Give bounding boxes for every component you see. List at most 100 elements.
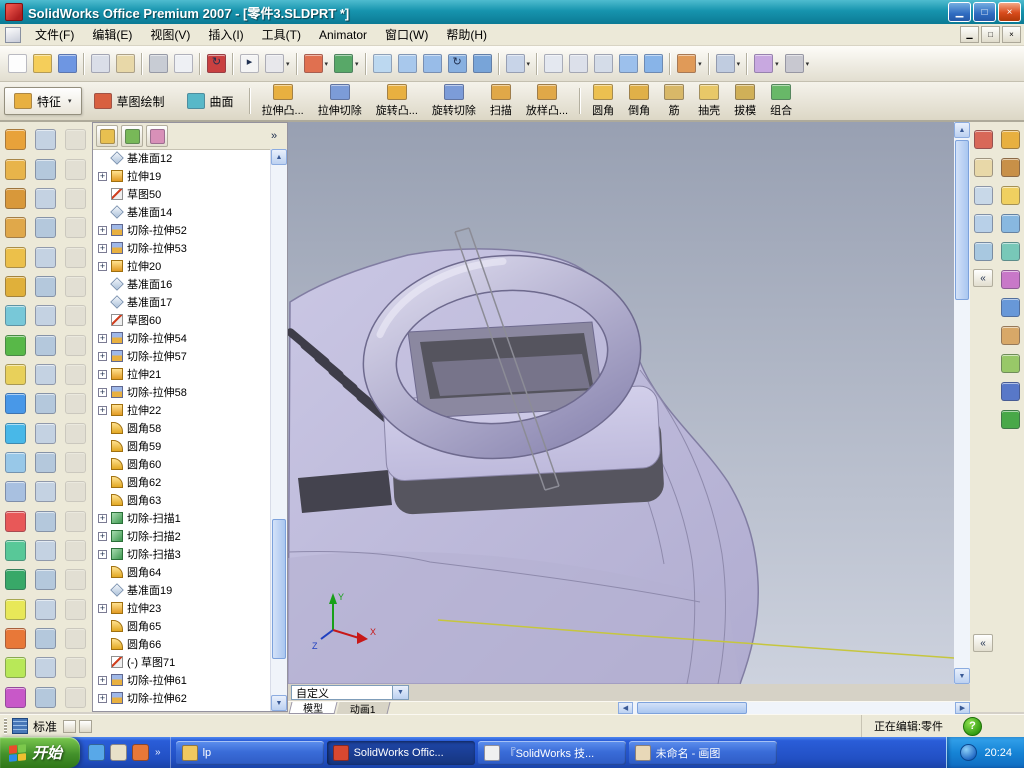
expand-plus-icon[interactable]: + bbox=[98, 603, 107, 613]
filled-surface-button[interactable] bbox=[1, 361, 29, 388]
reference-geometry-button[interactable] bbox=[1, 684, 29, 711]
point-tool-button[interactable] bbox=[31, 331, 59, 358]
expand-plus-icon[interactable]: + bbox=[98, 675, 107, 685]
shaded-button[interactable] bbox=[641, 50, 666, 78]
rib-button[interactable]: 筋 bbox=[657, 82, 691, 120]
configurationmanager-tab-button[interactable] bbox=[146, 125, 168, 147]
view-orientation-button[interactable]: ▾ bbox=[713, 50, 744, 78]
close-button[interactable]: × bbox=[998, 2, 1021, 22]
task-solidworks-doc[interactable]: 『SolidWorks 技... bbox=[477, 740, 626, 765]
expand-plus-icon[interactable]: + bbox=[98, 405, 107, 415]
tree-item[interactable]: + 拉伸19 bbox=[93, 167, 271, 185]
planar-surface-button[interactable] bbox=[1, 273, 29, 300]
tree-item[interactable]: + 切除-拉伸54 bbox=[93, 329, 271, 347]
tree-item[interactable]: 基准面17 bbox=[93, 293, 271, 311]
scrollbar-thumb[interactable] bbox=[272, 519, 286, 659]
tree-item[interactable]: 基准面12 bbox=[93, 149, 271, 167]
tab-model[interactable]: 模型 bbox=[288, 702, 338, 715]
scroll-right-arrow[interactable]: ▶ bbox=[955, 702, 970, 714]
add-relation-button[interactable] bbox=[31, 625, 59, 652]
combobox-dropdown-icon[interactable]: ▼ bbox=[392, 686, 408, 699]
tree-item[interactable]: + 切除-拉伸61 bbox=[93, 671, 271, 689]
layers-button[interactable] bbox=[971, 239, 995, 263]
start-button[interactable]: 开始 bbox=[0, 737, 81, 768]
scrollbar-track[interactable] bbox=[633, 702, 955, 714]
smart-dimension-button[interactable]: ▾ bbox=[331, 50, 362, 78]
tree-item[interactable]: + 切除-拉伸57 bbox=[93, 347, 271, 365]
expand-plus-icon[interactable]: + bbox=[98, 693, 107, 703]
tree-item[interactable]: 圆角59 bbox=[93, 437, 271, 455]
extruded-boss-button[interactable]: 拉伸凸... bbox=[255, 82, 311, 120]
decals-tab-button[interactable] bbox=[998, 323, 1022, 347]
help-button[interactable]: ? bbox=[963, 716, 982, 736]
make-drawing-button[interactable] bbox=[88, 50, 113, 78]
forum-tab-button[interactable] bbox=[998, 379, 1022, 403]
select-tool-button[interactable] bbox=[31, 126, 59, 153]
extend-surface-button[interactable] bbox=[1, 449, 29, 476]
document-recovery-tab-button[interactable] bbox=[998, 351, 1022, 375]
mirror-entities-button[interactable] bbox=[31, 537, 59, 564]
section-view-button[interactable]: ▾ bbox=[674, 50, 705, 78]
expand-plus-icon[interactable]: + bbox=[98, 261, 107, 271]
offset-entities-button[interactable] bbox=[31, 478, 59, 505]
make-assembly-button[interactable] bbox=[113, 50, 138, 78]
scrollbar-thumb[interactable] bbox=[637, 702, 747, 714]
options-button[interactable]: ▾ bbox=[782, 50, 813, 78]
tab-motion1[interactable]: 动画1 bbox=[336, 702, 391, 716]
tree-item[interactable]: (-) 草图71 bbox=[93, 653, 271, 671]
expand-plus-icon[interactable]: + bbox=[98, 369, 107, 379]
expand-plus-icon[interactable]: + bbox=[98, 171, 107, 181]
revolved-boss-button[interactable]: 旋转凸... bbox=[369, 82, 425, 120]
tree-item[interactable]: + 拉伸22 bbox=[93, 401, 271, 419]
scrollbar-thumb[interactable] bbox=[955, 140, 969, 300]
chamfer-button[interactable]: 倒角 bbox=[621, 82, 657, 120]
rebuild-button[interactable]: ↻ bbox=[204, 50, 229, 78]
print-button[interactable] bbox=[146, 50, 171, 78]
tree-item[interactable]: 圆角62 bbox=[93, 473, 271, 491]
wireframe-button[interactable] bbox=[541, 50, 566, 78]
tab-surfaces[interactable]: 曲面 bbox=[177, 87, 244, 115]
home-view-button[interactable] bbox=[971, 155, 995, 179]
tree-item[interactable]: + 切除-扫描3 bbox=[93, 545, 271, 563]
thicken-button[interactable] bbox=[1, 537, 29, 564]
document-close-button[interactable]: × bbox=[1002, 26, 1021, 43]
document-minimize-button[interactable]: ▁ bbox=[960, 26, 979, 43]
toolbar-mini-button[interactable] bbox=[63, 719, 77, 733]
shell-button[interactable]: 抽壳 bbox=[691, 82, 727, 120]
tree-item[interactable]: + 切除-拉伸62 bbox=[93, 689, 271, 707]
quick-launch-overflow-chevron-icon[interactable]: » bbox=[153, 747, 163, 758]
panel-expand-chevron-icon[interactable]: » bbox=[264, 125, 284, 147]
minimize-button[interactable]: ▁ bbox=[948, 2, 971, 22]
design-library-tab-button[interactable] bbox=[998, 155, 1022, 179]
media-player-icon[interactable] bbox=[131, 744, 149, 762]
task-lp[interactable]: lp bbox=[175, 740, 324, 765]
show-desktop-icon[interactable] bbox=[109, 744, 127, 762]
ellipse-tool-button[interactable] bbox=[31, 273, 59, 300]
document-restore-button[interactable]: □ bbox=[981, 26, 1000, 43]
selection-filter-button[interactable]: ▾ bbox=[262, 50, 293, 78]
lofted-surface-button[interactable] bbox=[1, 214, 29, 241]
arc-tool-button[interactable] bbox=[31, 243, 59, 270]
toolbar-grip[interactable] bbox=[4, 718, 7, 734]
tree-item[interactable]: + 切除-扫描2 bbox=[93, 527, 271, 545]
open-button[interactable] bbox=[30, 50, 55, 78]
circular-pattern-button[interactable] bbox=[1, 654, 29, 681]
tree-item[interactable]: 基准面14 bbox=[93, 203, 271, 221]
standard-views-button[interactable]: ▾ bbox=[503, 50, 534, 78]
hidden-lines-removed-button[interactable] bbox=[591, 50, 616, 78]
scroll-up-arrow[interactable]: ▲ bbox=[271, 149, 287, 165]
fillet-surface-button[interactable] bbox=[1, 566, 29, 593]
scenes-tab-button[interactable] bbox=[998, 295, 1022, 319]
tree-item[interactable]: 圆角60 bbox=[93, 455, 271, 473]
ruled-surface-button[interactable] bbox=[1, 331, 29, 358]
tree-item[interactable]: + 拉伸21 bbox=[93, 365, 271, 383]
menu-window[interactable]: 窗口(W) bbox=[376, 24, 437, 45]
fullscreen-button[interactable] bbox=[971, 127, 995, 151]
fillet-button[interactable]: 圆角 bbox=[585, 82, 621, 120]
expand-plus-icon[interactable]: + bbox=[98, 243, 107, 253]
extruded-cut-button[interactable]: 拉伸切除 bbox=[311, 82, 369, 120]
select-button[interactable]: ▸ bbox=[237, 50, 262, 78]
tree-item[interactable]: 基准面19 bbox=[93, 581, 271, 599]
menu-tools[interactable]: 工具(T) bbox=[253, 24, 310, 45]
sketch-button[interactable]: ▾ bbox=[301, 50, 332, 78]
